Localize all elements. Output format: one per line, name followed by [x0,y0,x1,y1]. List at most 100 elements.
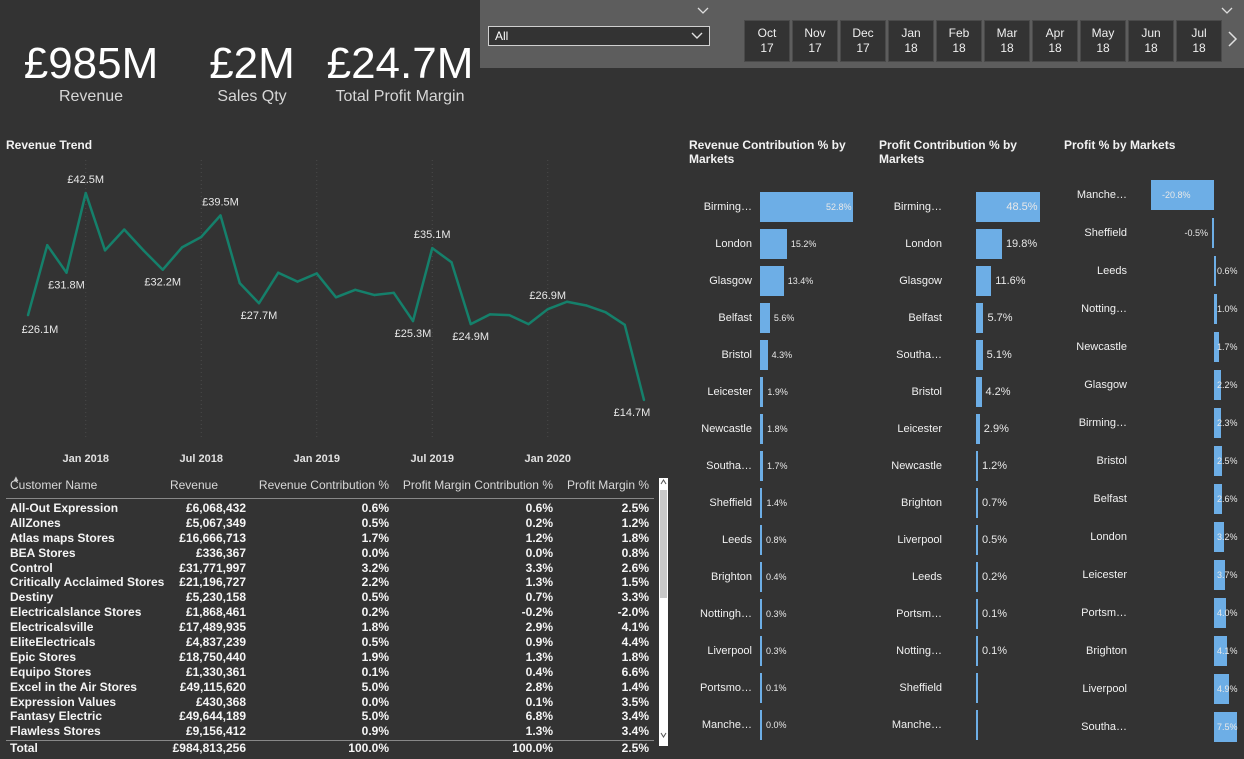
bar-row[interactable]: Manche… 0.0% [696,710,871,740]
bar[interactable] [760,377,764,407]
bar-row[interactable]: Leicester 2.9% [880,414,1055,444]
bar[interactable] [760,451,763,481]
bar[interactable] [976,636,978,666]
bar[interactable] [976,229,1002,259]
bar-row[interactable]: Leeds 0.6% [1064,256,1244,286]
table-row[interactable]: All-Out Expression £6,068,432 0.6% 0.6% 2.5% [6,501,654,516]
bar[interactable] [976,340,983,370]
table-scrollbar[interactable] [659,478,668,746]
bar[interactable] [760,673,762,703]
bar-row[interactable]: Southa… 7.5% [1064,712,1244,742]
data-point[interactable] [65,271,68,274]
bar-row[interactable]: Newcastle 1.2% [880,451,1055,481]
table-row[interactable]: BEA Stores £336,367 0.0% 0.0% 0.8% [6,546,654,561]
bar[interactable] [976,303,984,333]
data-point[interactable] [392,291,395,295]
bar[interactable] [976,599,978,629]
bar-row[interactable]: Liverpool 4.9% [1064,674,1244,704]
table-row[interactable]: Fantasy Electric £49,644,189 5.0% 6.8% 3.4% [6,709,654,724]
table-row[interactable]: Atlas maps Stores £16,666,713 1.7% 1.2% 1.8% [6,531,654,546]
data-point[interactable] [508,313,511,317]
table-row[interactable]: Critically Acclaimed Stores £21,196,727 2.… [6,575,654,590]
data-point[interactable] [604,310,607,314]
bar-row[interactable]: Belfast 5.7% [880,303,1055,333]
bar[interactable] [976,414,980,444]
bar-row[interactable]: Nottingh… 0.3% [696,599,871,629]
table-row[interactable]: Control £31,771,997 3.2% 3.3% 2.6% [6,561,654,576]
bar[interactable] [760,562,762,592]
bar-row[interactable]: Portsm… 0.1% [880,599,1055,629]
table-row[interactable]: Destiny £5,230,158 0.5% 0.7% 3.3% [6,590,654,605]
table-row[interactable]: Electricalslance Stores £1,868,461 0.2% -0.… [6,605,654,620]
data-point[interactable] [296,280,299,283]
data-point[interactable] [200,235,203,239]
bar-row[interactable]: Brighton 0.7% [880,488,1055,518]
scroll-up-icon[interactable] [660,479,667,485]
data-point[interactable] [373,293,376,297]
bar-row[interactable]: London 3.2% [1064,522,1244,552]
table-row[interactable]: Electricalsville £17,489,935 1.8% 2.9% 4.1% [6,620,654,635]
data-point[interactable] [411,319,415,323]
bar[interactable] [760,340,768,370]
bar[interactable] [976,377,982,407]
bar-row[interactable]: Southa… 1.7% [696,451,871,481]
bar-row[interactable]: London 15.2% [696,229,871,259]
table-row[interactable]: Equipo Stores £1,330,361 0.1% 0.4% 6.6% [6,665,654,680]
bar-row[interactable]: Newcastle 1.8% [696,414,871,444]
bar[interactable] [760,525,762,555]
bar[interactable] [760,636,762,666]
data-point[interactable] [546,307,549,311]
bar-row[interactable]: Bristol 4.3% [696,340,871,370]
month-tile[interactable]: Jun 18 [1128,20,1174,62]
data-point[interactable] [161,268,164,271]
bar[interactable] [976,673,978,703]
scroll-thumb[interactable] [660,490,667,598]
col-profit-margin-contribution[interactable]: Profit Margin Contribution % [403,478,553,492]
table-row[interactable]: Expression Values £430,368 0.0% 0.1% 3.5% [6,695,654,710]
data-point[interactable] [315,272,318,275]
bar[interactable] [760,229,787,259]
bar-row[interactable]: Portsm… 4.0% [1064,598,1244,628]
data-point[interactable] [431,246,434,250]
bar-row[interactable]: Southa… 5.1% [880,340,1055,370]
bar-row[interactable]: Portsmo… 0.1% [696,673,871,703]
bar-row[interactable]: Birming… 52.8% [696,192,871,222]
bar-row[interactable]: Liverpool 0.5% [880,525,1055,555]
bar[interactable] [760,488,763,518]
bar-row[interactable]: Belfast 5.6% [696,303,871,333]
month-tile[interactable]: Dec 17 [840,20,886,62]
bar-row[interactable]: Bristol 4.2% [880,377,1055,407]
month-tile[interactable]: Nov 17 [792,20,838,62]
data-point[interactable] [103,249,107,252]
bar[interactable] [976,266,992,296]
data-point[interactable] [642,398,646,402]
chevron-down-icon[interactable] [697,7,709,15]
data-point[interactable] [334,296,338,299]
col-profit-margin-pct[interactable]: Profit Margin % [567,478,649,492]
month-tile[interactable]: Oct 17 [744,20,790,62]
table-row[interactable]: Flawless Stores £9,156,412 0.9% 1.3% 3.4% [6,724,654,739]
bar[interactable] [976,710,978,740]
bar-row[interactable]: London 19.8% [880,229,1055,259]
bar-row[interactable]: Belfast 2.6% [1064,484,1244,514]
data-point[interactable] [277,271,280,274]
chevron-down-icon[interactable] [1221,7,1233,15]
data-point[interactable] [219,214,222,217]
table-row[interactable]: Excel in the Air Stores £49,115,620 5.0% 2.… [6,680,654,695]
bar-row[interactable]: Glasgow 13.4% [696,266,871,296]
bar-row[interactable]: Sheffield 1.4% [696,488,871,518]
bar[interactable] [1214,256,1216,286]
bar[interactable] [760,266,784,296]
data-point[interactable] [565,300,569,303]
col-revenue[interactable]: Revenue [170,478,218,492]
bar-row[interactable]: Brighton 4.1% [1064,636,1244,666]
bar-row[interactable]: Liverpool 0.3% [696,636,871,666]
data-point[interactable] [585,304,588,307]
bar-row[interactable]: Manche… [880,710,1055,740]
bar-row[interactable]: Leeds 0.8% [696,525,871,555]
data-point[interactable] [238,281,241,285]
bar-row[interactable]: Manche… -20.8% [1064,180,1244,210]
bar-row[interactable]: Glasgow 2.2% [1064,370,1244,400]
scroll-down-icon[interactable] [660,732,667,738]
bar[interactable] [760,710,762,740]
